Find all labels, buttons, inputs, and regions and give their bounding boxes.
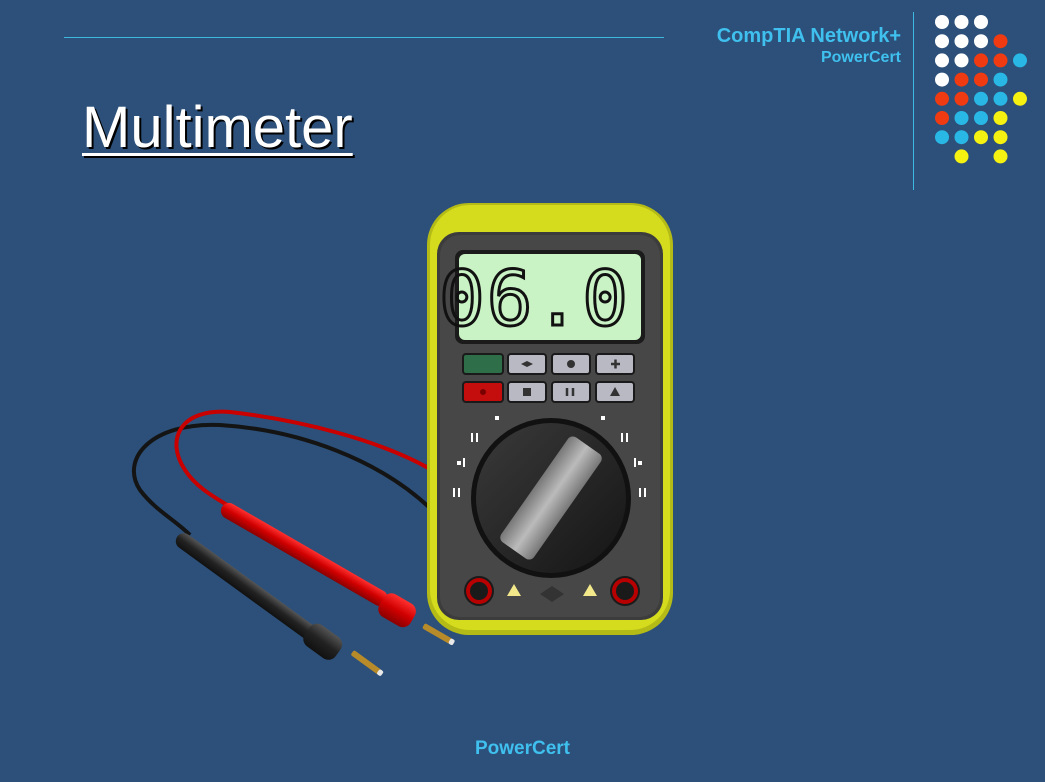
lcd-display: 06.0 — [437, 250, 645, 345]
rotary-dial — [471, 418, 631, 578]
red-probe — [220, 502, 455, 645]
black-lead-wire — [132, 422, 434, 537]
black-probe — [175, 533, 384, 676]
footer-brand: PowerCert — [474, 738, 571, 759]
multimeter-illustration: 06.0 — [132, 203, 673, 676]
lcd-reading: 06.0 — [439, 254, 630, 343]
green-button — [462, 353, 504, 375]
